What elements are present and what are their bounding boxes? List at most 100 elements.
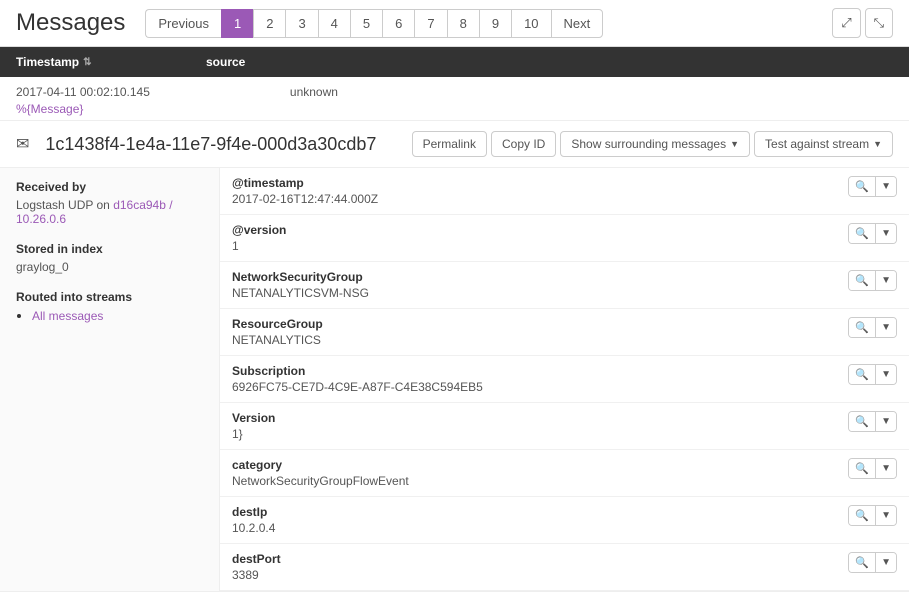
field-actions-2: 🔍 ▼	[848, 270, 897, 291]
field-name-8: destPort	[232, 552, 840, 566]
stored-in-value: graylog_0	[16, 260, 203, 274]
field-search-main-1[interactable]: 🔍	[849, 224, 875, 243]
show-surrounding-caret: ▼	[730, 139, 739, 149]
field-value-5: 1}	[232, 427, 840, 441]
field-search-btn-7[interactable]: 🔍 ▼	[848, 505, 897, 526]
field-search-caret-6[interactable]: ▼	[875, 459, 896, 478]
field-search-caret-0[interactable]: ▼	[875, 177, 896, 196]
field-actions-1: 🔍 ▼	[848, 223, 897, 244]
page-title: Messages	[16, 9, 125, 37]
message-source: unknown	[290, 85, 338, 101]
pagination-page-5[interactable]: 5	[350, 9, 382, 38]
field-search-btn-8[interactable]: 🔍 ▼	[848, 552, 897, 573]
field-value-4: 6926FC75-CE7D-4C9E-A87F-C4E38C594EB5	[232, 380, 840, 394]
field-search-caret-3[interactable]: ▼	[875, 318, 896, 337]
pagination-page-8[interactable]: 8	[447, 9, 479, 38]
field-search-btn-3[interactable]: 🔍 ▼	[848, 317, 897, 338]
field-content-3: ResourceGroup NETANALYTICS	[232, 317, 840, 347]
field-name-2: NetworkSecurityGroup	[232, 270, 840, 284]
field-name-1: @version	[232, 223, 840, 237]
field-value-7: 10.2.0.4	[232, 521, 840, 535]
table-row: Version 1} 🔍 ▼	[220, 403, 909, 450]
sort-icon: ⇅	[83, 57, 91, 68]
show-surrounding-button[interactable]: Show surrounding messages ▼	[560, 131, 750, 157]
pagination-page-9[interactable]: 9	[479, 9, 511, 38]
field-search-main-5[interactable]: 🔍	[849, 412, 875, 431]
received-by-label: Received by	[16, 180, 203, 194]
field-actions-3: 🔍 ▼	[848, 317, 897, 338]
detail-left-panel: Received by Logstash UDP on d16ca94b / 1…	[0, 168, 220, 591]
test-against-stream-button[interactable]: Test against stream ▼	[754, 131, 893, 157]
stream-list-item: All messages	[32, 308, 203, 323]
envelope-icon: ✉	[16, 134, 29, 154]
field-name-6: category	[232, 458, 840, 472]
table-row: destPort 3389 🔍 ▼	[220, 544, 909, 591]
message-detail: ✉ 1c1438f4-1e4a-11e7-9f4e-000d3a30cdb7 P…	[0, 121, 909, 592]
field-name-7: destIp	[232, 505, 840, 519]
field-search-caret-1[interactable]: ▼	[875, 224, 896, 243]
field-actions-6: 🔍 ▼	[848, 458, 897, 479]
pagination: Previous 1 2 3 4 5 6 7 8 9 10 Next	[145, 9, 603, 38]
field-search-main-4[interactable]: 🔍	[849, 365, 875, 384]
table-row: ResourceGroup NETANALYTICS 🔍 ▼	[220, 309, 909, 356]
field-search-caret-4[interactable]: ▼	[875, 365, 896, 384]
col-source: source	[206, 55, 893, 69]
test-against-stream-caret: ▼	[873, 139, 882, 149]
table-row: @version 1 🔍 ▼	[220, 215, 909, 262]
message-link[interactable]: %{Message}	[16, 102, 83, 116]
field-content-7: destIp 10.2.0.4	[232, 505, 840, 535]
field-actions-7: 🔍 ▼	[848, 505, 897, 526]
field-search-btn-2[interactable]: 🔍 ▼	[848, 270, 897, 291]
table-row: destIp 10.2.0.4 🔍 ▼	[220, 497, 909, 544]
pagination-page-6[interactable]: 6	[382, 9, 414, 38]
table-row: category NetworkSecurityGroupFlowEvent 🔍…	[220, 450, 909, 497]
field-name-4: Subscription	[232, 364, 840, 378]
field-search-main-6[interactable]: 🔍	[849, 459, 875, 478]
pagination-page-7[interactable]: 7	[414, 9, 446, 38]
table-row: Subscription 6926FC75-CE7D-4C9E-A87F-C4E…	[220, 356, 909, 403]
field-name-3: ResourceGroup	[232, 317, 840, 331]
field-actions-4: 🔍 ▼	[848, 364, 897, 385]
pagination-page-3[interactable]: 3	[285, 9, 317, 38]
field-content-8: destPort 3389	[232, 552, 840, 582]
field-value-1: 1	[232, 239, 840, 253]
field-actions-0: 🔍 ▼	[848, 176, 897, 197]
field-actions-5: 🔍 ▼	[848, 411, 897, 432]
pagination-page-1[interactable]: 1	[221, 9, 253, 38]
field-search-btn-0[interactable]: 🔍 ▼	[848, 176, 897, 197]
field-search-caret-5[interactable]: ▼	[875, 412, 896, 431]
pagination-page-4[interactable]: 4	[318, 9, 350, 38]
message-id: 1c1438f4-1e4a-11e7-9f4e-000d3a30cdb7	[45, 134, 399, 155]
field-value-2: NETANALYTICSVM-NSG	[232, 286, 840, 300]
stream-link[interactable]: All messages	[32, 309, 103, 323]
field-actions-8: 🔍 ▼	[848, 552, 897, 573]
field-value-6: NetworkSecurityGroupFlowEvent	[232, 474, 840, 488]
field-search-btn-6[interactable]: 🔍 ▼	[848, 458, 897, 479]
field-search-caret-8[interactable]: ▼	[875, 553, 896, 572]
field-search-btn-5[interactable]: 🔍 ▼	[848, 411, 897, 432]
field-search-caret-7[interactable]: ▼	[875, 506, 896, 525]
field-search-main-2[interactable]: 🔍	[849, 271, 875, 290]
field-search-btn-4[interactable]: 🔍 ▼	[848, 364, 897, 385]
expand-icon-1[interactable]: ⤢	[832, 8, 860, 38]
pagination-next[interactable]: Next	[551, 9, 604, 38]
stored-in-label: Stored in index	[16, 242, 203, 256]
field-value-0: 2017-02-16T12:47:44.000Z	[232, 192, 840, 206]
field-content-5: Version 1}	[232, 411, 840, 441]
field-search-main-7[interactable]: 🔍	[849, 506, 875, 525]
pagination-previous[interactable]: Previous	[145, 9, 221, 38]
field-search-main-0[interactable]: 🔍	[849, 177, 875, 196]
routed-into-label: Routed into streams	[16, 290, 203, 304]
field-search-btn-1[interactable]: 🔍 ▼	[848, 223, 897, 244]
field-search-main-8[interactable]: 🔍	[849, 553, 875, 572]
expand-icon-2[interactable]: ⤡	[865, 8, 893, 38]
table-row: @timestamp 2017-02-16T12:47:44.000Z 🔍 ▼	[220, 168, 909, 215]
pagination-page-10[interactable]: 10	[511, 9, 550, 38]
field-search-main-3[interactable]: 🔍	[849, 318, 875, 337]
detail-content: Received by Logstash UDP on d16ca94b / 1…	[0, 168, 909, 591]
field-name-0: @timestamp	[232, 176, 840, 190]
permalink-button[interactable]: Permalink	[412, 131, 487, 157]
field-search-caret-2[interactable]: ▼	[875, 271, 896, 290]
pagination-page-2[interactable]: 2	[253, 9, 285, 38]
copy-id-button[interactable]: Copy ID	[491, 131, 556, 157]
